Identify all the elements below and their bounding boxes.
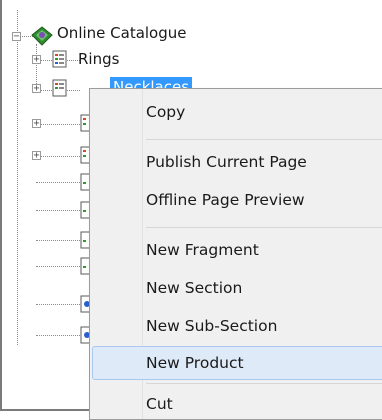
tree-root-label[interactable]: Online Catalogue: [57, 24, 187, 42]
expand-toggle[interactable]: +: [32, 55, 41, 65]
menu-item-new-sub-section[interactable]: New Sub-Section: [146, 317, 277, 335]
menu-item-new-fragment[interactable]: New Fragment: [146, 241, 259, 259]
menu-item-new-section[interactable]: New Section: [146, 279, 242, 297]
tree-connector: [36, 266, 86, 267]
menu-item-offline-page-preview[interactable]: Offline Page Preview: [146, 191, 305, 209]
tree-connector: [36, 210, 86, 211]
tree-connector: [36, 304, 86, 305]
tree-connector: [36, 335, 86, 336]
expand-toggle[interactable]: +: [32, 119, 41, 129]
catalogue-icon: [31, 26, 53, 46]
expand-toggle[interactable]: +: [32, 151, 41, 161]
tree-vertical-line: [17, 10, 18, 345]
menu-separator: [146, 227, 382, 228]
page-icon: [52, 50, 67, 68]
collapse-toggle[interactable]: −: [12, 32, 21, 42]
tree-connector: [36, 182, 86, 183]
tree-item-rings[interactable]: Rings: [78, 50, 119, 68]
context-menu: Copy Publish Current Page Offline Page P…: [89, 88, 382, 420]
menu-separator: [146, 139, 382, 140]
page-icon: [52, 79, 67, 97]
tree-connector: [36, 124, 86, 125]
tree-connector: [36, 156, 86, 157]
tree-connector: [36, 240, 86, 241]
menu-item-publish-current-page[interactable]: Publish Current Page: [146, 153, 307, 171]
expand-toggle[interactable]: +: [32, 84, 41, 94]
menu-item-new-product[interactable]: New Product: [146, 354, 244, 372]
menu-item-copy[interactable]: Copy: [146, 103, 185, 121]
menu-separator: [146, 383, 382, 384]
menu-item-cut[interactable]: Cut: [146, 395, 173, 413]
